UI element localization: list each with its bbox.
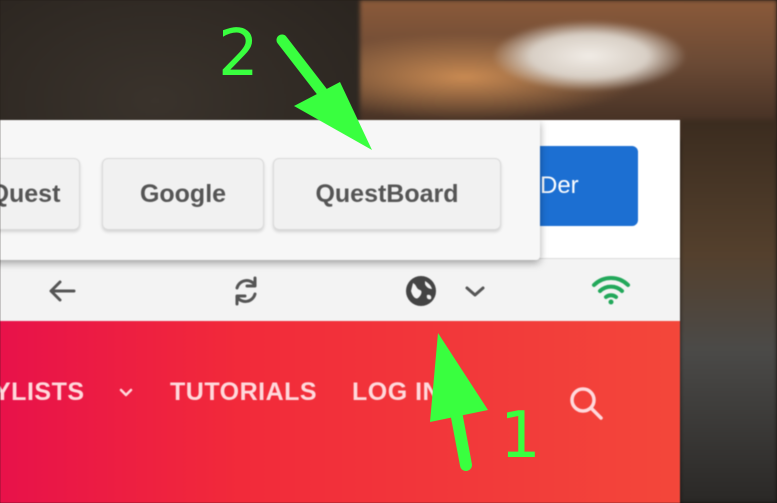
engine-option-label: Quest (0, 179, 61, 208)
site-nav-bar: YLISTS TUTORIALS LOG IN (0, 320, 680, 503)
nav-item-tutorials[interactable]: TUTORIALS (170, 378, 317, 407)
engine-option-label: Google (139, 179, 227, 208)
device-screen: Der Quest Google QuestBoard (0, 120, 680, 503)
background-decoration (680, 120, 777, 503)
wifi-icon (592, 275, 630, 305)
nav-item-playlists[interactable]: YLISTS (0, 378, 85, 407)
browser-toolbar (0, 258, 680, 321)
engine-option-label: QuestBoard (315, 179, 459, 208)
engine-option-questboard[interactable]: QuestBoard (273, 158, 501, 230)
engine-option-google[interactable]: Google (102, 158, 264, 230)
refresh-icon[interactable] (228, 273, 264, 309)
back-arrow-icon[interactable] (44, 273, 80, 309)
wallpaper-image (360, 0, 777, 140)
search-engine-popup: Quest Google QuestBoard (0, 120, 540, 260)
nav-item-log-in[interactable]: LOG IN (352, 378, 441, 407)
photo-scene: Der Quest Google QuestBoard (0, 0, 777, 503)
chevron-down-icon[interactable] (118, 388, 134, 398)
engine-option-quest[interactable]: Quest (0, 158, 80, 230)
globe-icon[interactable] (403, 273, 439, 309)
search-icon[interactable] (565, 382, 607, 424)
chevron-down-icon[interactable] (462, 273, 488, 309)
background-blue-button-label: Der (540, 172, 579, 199)
